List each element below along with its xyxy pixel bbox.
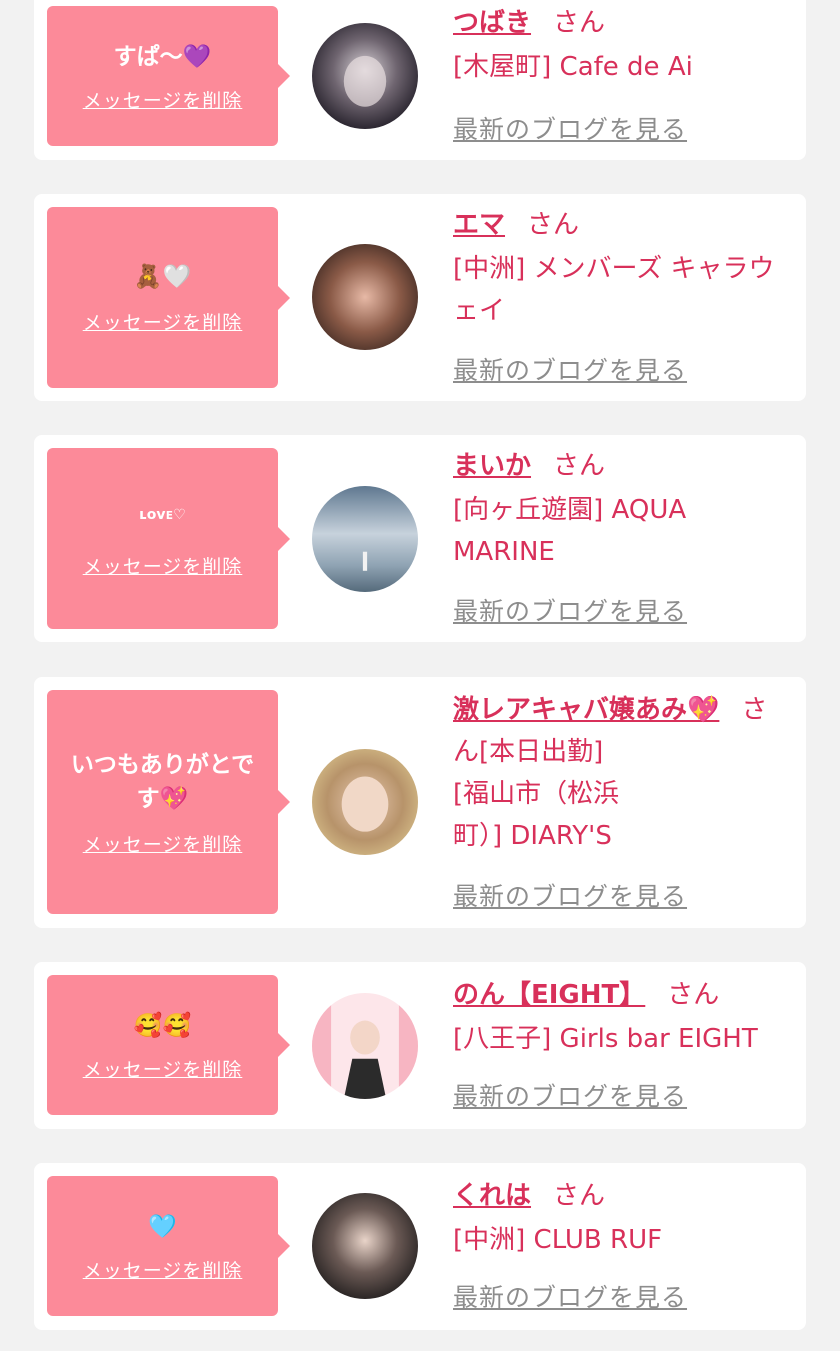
- cast-name-link[interactable]: くれは: [453, 1181, 531, 1211]
- cast-info: エマ さん [中洲] メンバーズ キャラウェイ: [453, 204, 794, 332]
- delete-message-link[interactable]: メッセージを削除: [83, 552, 243, 579]
- avatar[interactable]: [312, 244, 418, 350]
- delete-message-link[interactable]: メッセージを削除: [83, 86, 243, 113]
- message-bubble: いつもありがとです💖 メッセージを削除: [47, 690, 290, 914]
- latest-blog-link[interactable]: 最新のブログを見る: [453, 1077, 687, 1113]
- cast-name-link[interactable]: つばき: [453, 8, 531, 38]
- cast-name-link[interactable]: のん【EIGHT】: [453, 980, 645, 1010]
- delete-message-link[interactable]: メッセージを削除: [83, 308, 243, 335]
- delete-message-link[interactable]: メッセージを削除: [83, 830, 243, 857]
- message-card: すぱ〜💜 メッセージを削除 つばき さん [木屋町] Cafe de Ai 最新の…: [34, 0, 806, 160]
- shop-label: ん[本日出勤]: [453, 737, 604, 767]
- cast-info: 激レアキャバ嬢あみ💖 さ ん[本日出勤] [福山市（松浜 町）] DIARY'S: [453, 689, 794, 857]
- honorific: さん: [553, 451, 606, 481]
- delete-message-link[interactable]: メッセージを削除: [83, 1055, 243, 1082]
- message-text: 🥰🥰: [133, 1012, 192, 1039]
- shop-label: [木屋町] Cafe de Ai: [453, 52, 693, 82]
- honorific: さん: [527, 210, 580, 240]
- message-text: すぱ〜💜: [113, 43, 212, 70]
- cast-name-link[interactable]: 激レアキャバ嬢あみ💖: [453, 695, 719, 725]
- shop-label: [八王子] Girls bar EIGHT: [453, 1024, 758, 1054]
- latest-blog-link[interactable]: 最新のブログを見る: [453, 110, 687, 146]
- message-bubble: 🩵 メッセージを削除: [47, 1176, 290, 1316]
- cast-name-link[interactable]: エマ: [453, 210, 505, 240]
- message-card: ʟᴏᴠᴇ♡ メッセージを削除 まいか さん [向ヶ丘遊園] AQUA MARINE…: [34, 435, 806, 642]
- delete-message-link[interactable]: メッセージを削除: [83, 1256, 243, 1283]
- message-card: 🩵 メッセージを削除 くれは さん [中洲] CLUB RUF 最新のブログを見る: [34, 1163, 806, 1330]
- message-bubble: 🥰🥰 メッセージを削除: [47, 975, 290, 1115]
- message-text: 🧸🤍: [133, 264, 192, 290]
- message-bubble: ʟᴏᴠᴇ♡ メッセージを削除: [47, 448, 290, 629]
- message-bubble: 🧸🤍 メッセージを削除: [47, 207, 290, 388]
- shop-label: [向ヶ丘遊園] AQUA MARINE: [453, 495, 687, 567]
- message-text: いつもありがとです💖: [70, 751, 255, 812]
- avatar[interactable]: [312, 486, 418, 592]
- avatar[interactable]: [312, 749, 418, 855]
- shop-label: [中洲] メンバーズ キャラウェイ: [453, 254, 775, 326]
- latest-blog-link[interactable]: 最新のブログを見る: [453, 1278, 687, 1314]
- avatar[interactable]: [312, 993, 418, 1099]
- message-bubble: すぱ〜💜 メッセージを削除: [47, 6, 290, 146]
- cast-name-link[interactable]: まいか: [453, 451, 531, 481]
- message-card: 🧸🤍 メッセージを削除 エマ さん [中洲] メンバーズ キャラウェイ 最新のブロ…: [34, 194, 806, 401]
- message-card: 🥰🥰 メッセージを削除 のん【EIGHT】 さん [八王子] Girls bar …: [34, 962, 806, 1129]
- cast-info: まいか さん [向ヶ丘遊園] AQUA MARINE: [453, 445, 794, 573]
- message-text: ʟᴏᴠᴇ♡: [139, 507, 186, 523]
- honorific: さん: [553, 8, 606, 38]
- latest-blog-link[interactable]: 最新のブログを見る: [453, 351, 687, 387]
- cast-info: のん【EIGHT】 さん [八王子] Girls bar EIGHT: [453, 974, 794, 1060]
- avatar[interactable]: [312, 23, 418, 129]
- shop-label: 町）] DIARY'S: [453, 821, 612, 851]
- message-card: いつもありがとです💖 メッセージを削除 激レアキャバ嬢あみ💖 さ ん[本日出勤] …: [34, 677, 806, 928]
- honorific: さん: [553, 1181, 606, 1211]
- honorific: さ: [741, 695, 768, 725]
- latest-blog-link[interactable]: 最新のブログを見る: [453, 592, 687, 628]
- cast-info: つばき さん [木屋町] Cafe de Ai: [453, 2, 794, 88]
- avatar[interactable]: [312, 1193, 418, 1299]
- cast-info: くれは さん [中洲] CLUB RUF: [453, 1175, 794, 1261]
- honorific: さん: [667, 980, 720, 1010]
- message-text: 🩵: [148, 1213, 177, 1240]
- shop-label: [中洲] CLUB RUF: [453, 1225, 663, 1255]
- shop-label: [福山市（松浜: [453, 779, 620, 809]
- latest-blog-link[interactable]: 最新のブログを見る: [453, 877, 687, 913]
